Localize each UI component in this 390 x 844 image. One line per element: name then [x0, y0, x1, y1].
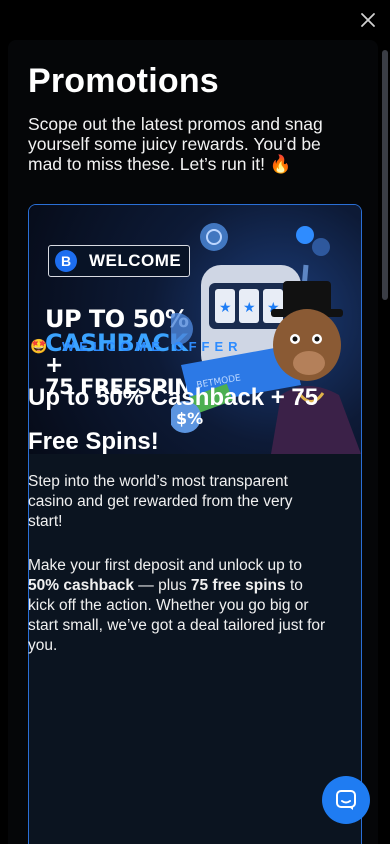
- chat-button[interactable]: [322, 776, 370, 824]
- welcome-badge: B WELCOME: [48, 245, 190, 277]
- details-bold-free-spins: 75 free spins: [190, 577, 286, 594]
- details-text-2: — plus: [134, 577, 191, 594]
- offer-description: Step into the world’s most transparent c…: [28, 473, 293, 530]
- brand-logo-icon: B: [55, 250, 77, 272]
- offer-category: 🤩 WELCOME OFFER: [30, 338, 243, 355]
- scrollbar-thumb[interactable]: [382, 50, 388, 300]
- offer-details: Make your first deposit and unlock up to…: [28, 556, 328, 656]
- page-title: Promotions: [28, 62, 219, 100]
- scrollbar[interactable]: [380, 40, 390, 844]
- svg-text:★: ★: [219, 300, 232, 316]
- details-bold-cashback: 50% cashback: [28, 577, 134, 594]
- welcome-badge-text: WELCOME: [89, 251, 182, 270]
- chat-icon: [336, 790, 356, 810]
- close-icon: [361, 13, 375, 27]
- close-button[interactable]: [356, 8, 380, 32]
- svg-text:★: ★: [243, 300, 256, 316]
- offer-headline: Up to 50% Cashback + 75 Free Spins!: [28, 384, 319, 455]
- page-subtitle: Scope out the latest promos and snag you…: [28, 114, 358, 174]
- star-struck-icon: 🤩: [30, 338, 48, 354]
- details-text-1: Make your first deposit and unlock up to: [28, 557, 302, 574]
- offer-label: WELCOME OFFER: [62, 339, 243, 354]
- fire-icon: 🔥: [269, 154, 292, 174]
- promotions-panel: Promotions Scope out the latest promos a…: [8, 40, 378, 844]
